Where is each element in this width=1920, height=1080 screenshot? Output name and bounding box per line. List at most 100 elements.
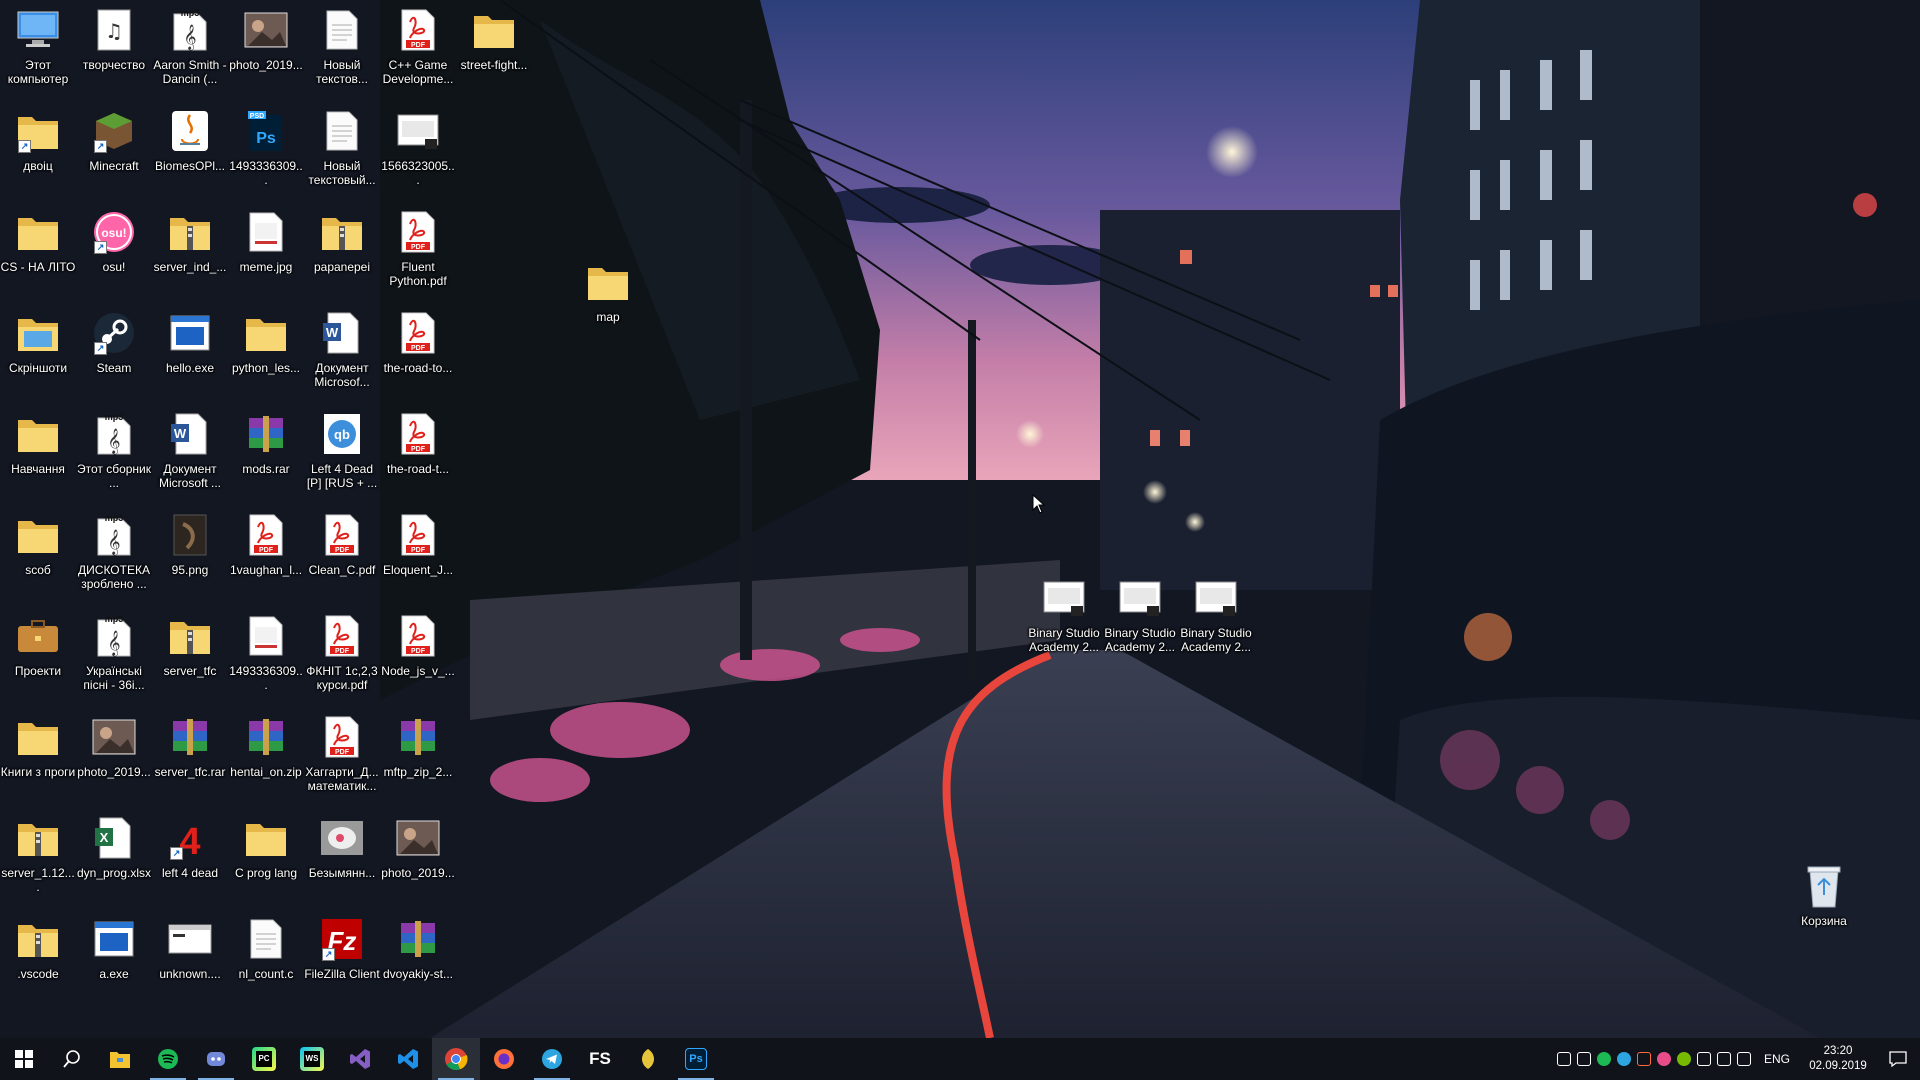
volume-muted-icon[interactable] [1634, 1038, 1654, 1080]
taskbar-chrome-button[interactable] [432, 1038, 480, 1080]
desktop-icon[interactable]: mp3 𝄞 Этот сборник ... [76, 404, 152, 500]
desktop-icon[interactable]: Проекти [0, 606, 76, 702]
taskbar-search-button[interactable] [48, 1038, 96, 1080]
desktop-icon[interactable]: Xdyn_prog.xlsx [76, 808, 152, 904]
taskbar-unknown-app-button[interactable] [624, 1038, 672, 1080]
network-icon[interactable] [1714, 1038, 1734, 1080]
taskbar-spotify-button[interactable] [144, 1038, 192, 1080]
desktop-icon[interactable]: server_1.12.... [0, 808, 76, 904]
desktop-icon[interactable]: W Документ Microsoft ... [152, 404, 228, 500]
clock[interactable]: 23:20 02.09.2019 [1800, 1044, 1876, 1074]
desktop-icon[interactable]: dvoyakiy-st... [380, 909, 456, 1005]
desktop-icon[interactable]: osu! ↗ osu! [76, 202, 152, 298]
battery-icon[interactable] [1694, 1038, 1714, 1080]
desktop-icon[interactable]: photo_2019... [76, 707, 152, 803]
desktop-icon[interactable]: Этот компьютер [0, 0, 76, 96]
desktop-icon[interactable]: 4 ↗ left 4 dead [152, 808, 228, 904]
language-indicator[interactable]: ENG [1754, 1052, 1800, 1066]
desktop-icon[interactable]: ↗ Steam [76, 303, 152, 399]
speaker-icon[interactable] [1734, 1038, 1754, 1080]
desktop-icon[interactable]: 95.png [152, 505, 228, 601]
desktop-icon[interactable]: python_les... [228, 303, 304, 399]
desktop-icon[interactable]: Скріншоти [0, 303, 76, 399]
desktop-icon[interactable]: PDF ФКНІТ 1с,2,3 курси.pdf [304, 606, 380, 702]
desktop-icon-label: server_1.12.... [1, 866, 75, 894]
desktop-icon[interactable]: nl_count.c [228, 909, 304, 1005]
desktop-icon[interactable]: Корзина [1786, 856, 1862, 952]
nvidia-icon[interactable] [1674, 1038, 1694, 1080]
desktop-icon[interactable]: ↗ двоіц [0, 101, 76, 197]
desktop-icon[interactable]: Безымянн... [304, 808, 380, 904]
taskbar-telegram-button[interactable] [528, 1038, 576, 1080]
desktop-icon[interactable]: photo_2019... [380, 808, 456, 904]
notification-center-button[interactable] [1876, 1038, 1920, 1080]
desktop-icon[interactable]: papanepei [304, 202, 380, 298]
taskbar-firefox-button[interactable] [480, 1038, 528, 1080]
desktop-icon[interactable]: Новый текстов... [304, 0, 380, 96]
desktop-icon[interactable]: server_tfc [152, 606, 228, 702]
desktop-icon[interactable]: PDF Clean_C.pdf [304, 505, 380, 601]
desktop-icon[interactable]: ♫ творчество [76, 0, 152, 96]
desktop-icon-label: двоіц [23, 159, 53, 173]
desktop-icon[interactable]: Навчання [0, 404, 76, 500]
desktop-icon[interactable]: W Документ Microsof... [304, 303, 380, 399]
desktop-icon[interactable]: photo_2019... [228, 0, 304, 96]
taskbar-visual-studio-button[interactable] [336, 1038, 384, 1080]
taskbar-start-button[interactable] [0, 1038, 48, 1080]
desktop-icon[interactable]: qb Left 4 Dead [P] [RUS + ... [304, 404, 380, 500]
desktop-icon[interactable]: Binary Studio Academy 2... [1102, 568, 1178, 664]
desktop-icon[interactable]: CS - НА ЛІТО [0, 202, 76, 298]
desktop-icon[interactable]: PSD Ps 1493336309... [228, 101, 304, 197]
desktop-icon-label: Binary Studio Academy 2... [1180, 626, 1252, 654]
desktop-icon[interactable]: ↗ Minecraft [76, 101, 152, 197]
taskbar-vscode-button[interactable] [384, 1038, 432, 1080]
desktop-icon[interactable]: PDF Fluent Python.pdf [380, 202, 456, 298]
taskbar-webstorm-button[interactable]: WS [288, 1038, 336, 1080]
desktop-icon[interactable]: mods.rar [228, 404, 304, 500]
taskbar-file-explorer-button[interactable] [96, 1038, 144, 1080]
telegram-tray-icon[interactable] [1614, 1038, 1634, 1080]
desktop-icon[interactable]: a.exe [76, 909, 152, 1005]
desktop-icon[interactable]: Binary Studio Academy 2... [1026, 568, 1102, 664]
desktop-icon[interactable]: street-fight... [456, 0, 532, 96]
desktop-icon[interactable]: PDF Eloquent_J... [380, 505, 456, 601]
svg-text:W: W [326, 325, 339, 340]
desktop-icon[interactable]: hentai_on.zip [228, 707, 304, 803]
desktop-icon[interactable]: server_ind_... [152, 202, 228, 298]
desktop-icon[interactable]: mftp_zip_2... [380, 707, 456, 803]
taskbar-fs-button[interactable]: FS [576, 1038, 624, 1080]
desktop-icon[interactable]: mp3 𝄞 ДИСКОТЕКА зроблено ... [76, 505, 152, 601]
taskbar-photoshop-button[interactable]: Ps [672, 1038, 720, 1080]
desktop-icon[interactable]: mp3 𝄞 Aaron Smith - Dancin (... [152, 0, 228, 96]
desktop-icon[interactable]: PDF Node_js_v_... [380, 606, 456, 702]
taskbar-pycharm-button[interactable]: PC [240, 1038, 288, 1080]
desktop-icon[interactable]: C prog lang [228, 808, 304, 904]
desktop-icon[interactable]: PDF the-road-t... [380, 404, 456, 500]
folder-zip-icon [14, 814, 62, 862]
desktop-icon[interactable]: 1566323005... [380, 101, 456, 197]
desktop-icon[interactable]: Binary Studio Academy 2... [1178, 568, 1254, 664]
spotify-tray-icon[interactable] [1594, 1038, 1614, 1080]
desktop-icon[interactable]: mp3 𝄞 Українські пісні - 36і... [76, 606, 152, 702]
desktop-icon[interactable]: Книги з проги [0, 707, 76, 803]
desktop-icon[interactable]: BiomesOPl... [152, 101, 228, 197]
desktop-icon[interactable]: meme.jpg [228, 202, 304, 298]
desktop-icon[interactable]: Fz ↗ FileZilla Client [304, 909, 380, 1005]
desktop-icon[interactable]: 1493336309... [228, 606, 304, 702]
discord-tray-icon[interactable] [1574, 1038, 1594, 1080]
desktop-icon-label: the-road-to... [383, 361, 453, 375]
desktop-icon[interactable]: hello.exe [152, 303, 228, 399]
desktop-icon[interactable]: PDF the-road-to... [380, 303, 456, 399]
desktop-icon[interactable]: .vscode [0, 909, 76, 1005]
desktop-icon[interactable]: scoб [0, 505, 76, 601]
desktop-icon[interactable]: PDF C++ Game Developme... [380, 0, 456, 96]
desktop-icon[interactable]: PDF 1vaughan_l... [228, 505, 304, 601]
desktop-icon[interactable]: PDF Хаггарти_Д... математик... [304, 707, 380, 803]
color-icon[interactable] [1654, 1038, 1674, 1080]
desktop-icon[interactable]: map [570, 252, 646, 348]
desktop-icon[interactable]: unknown.... [152, 909, 228, 1005]
desktop-icon[interactable]: server_tfc.rar [152, 707, 228, 803]
desktop-icon[interactable]: Новый текстовый... [304, 101, 380, 197]
taskbar-discord-button[interactable] [192, 1038, 240, 1080]
task-view-icon[interactable] [1554, 1038, 1574, 1080]
